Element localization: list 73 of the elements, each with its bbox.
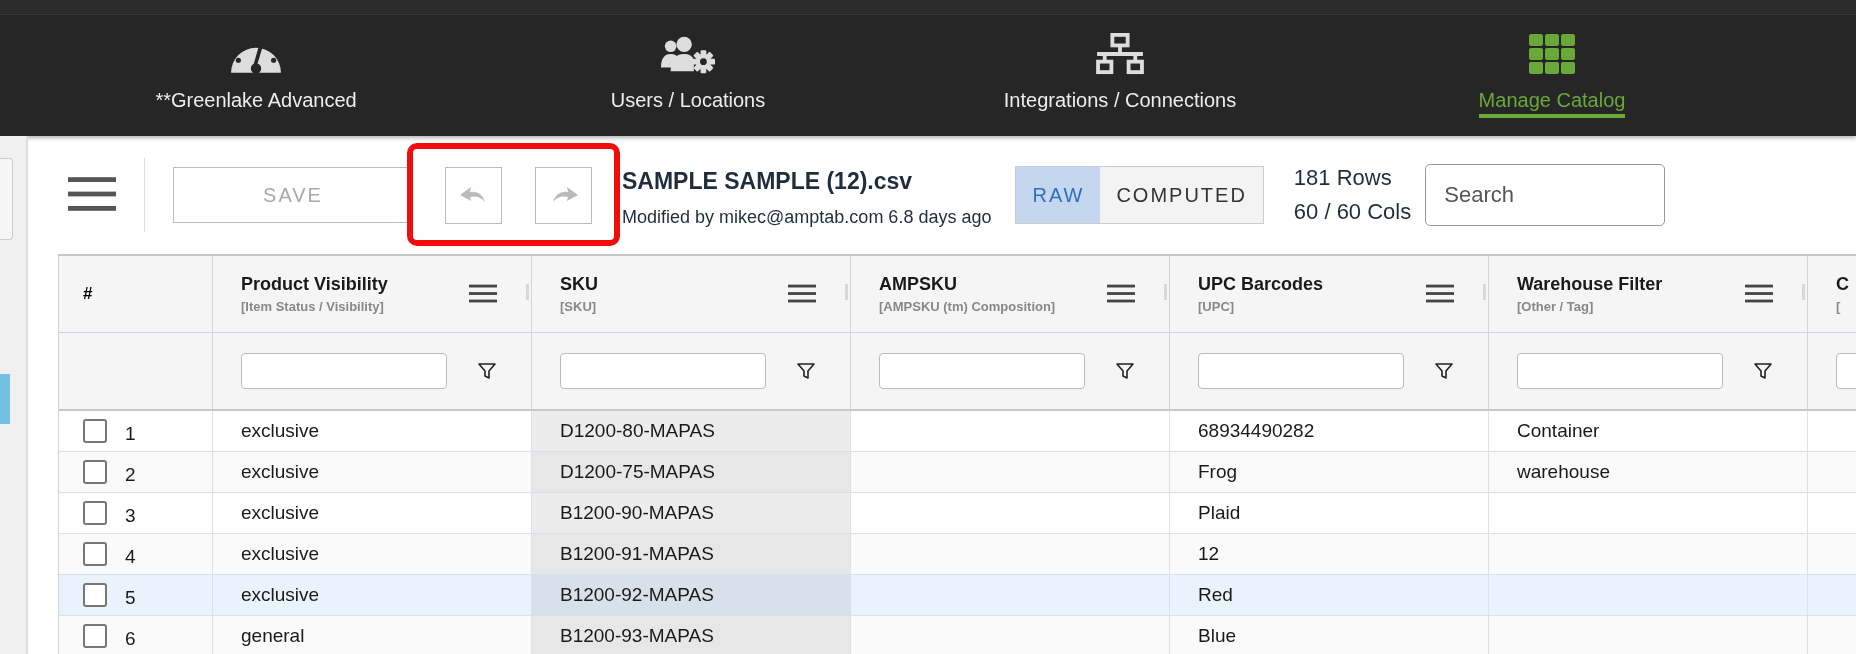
- nav-tab[interactable]: Manage Catalog: [1336, 15, 1768, 136]
- nav-tab[interactable]: **Greenlake Advanced: [40, 15, 472, 136]
- column-header: #: [83, 284, 93, 304]
- table-cell: 68934490282: [1198, 420, 1315, 442]
- table-cell: D1200-75-MAPAS: [560, 461, 715, 483]
- table-cell: exclusive: [241, 502, 320, 524]
- column-count: 60 / 60 Cols: [1293, 199, 1412, 225]
- filter-icon[interactable]: [477, 361, 497, 381]
- row-number: 3: [125, 504, 136, 527]
- filter-field[interactable]: [560, 353, 766, 389]
- row-number: 6: [125, 627, 136, 650]
- table-cell: B1200-92-MAPAS: [560, 584, 714, 606]
- row-number: 5: [125, 586, 136, 609]
- table-cell: exclusive: [241, 584, 320, 606]
- table-cell: exclusive: [241, 461, 320, 483]
- filter-field[interactable]: [1517, 353, 1723, 389]
- network-icon: [1093, 33, 1147, 75]
- table-cell: D1200-80-MAPAS: [560, 420, 715, 442]
- filter-icon[interactable]: [1753, 361, 1773, 381]
- table-cell: exclusive: [241, 420, 320, 442]
- column-header[interactable]: Product Visibility: [241, 274, 469, 295]
- column-source: [Item Status / Visibility]: [241, 299, 385, 314]
- menu-icon[interactable]: [1107, 284, 1135, 304]
- row-checkbox[interactable]: [83, 542, 107, 566]
- table-cell: Blue: [1198, 625, 1237, 647]
- table-cell: Plaid: [1198, 502, 1241, 524]
- side-marker: [0, 374, 10, 424]
- row-checkbox[interactable]: [83, 624, 107, 648]
- modified-text: Modified by mikec@amptab.com 6.8 days ago: [622, 207, 992, 228]
- table-cell: exclusive: [241, 543, 320, 565]
- column-source: [: [1836, 299, 1842, 314]
- table-cell: Red: [1198, 584, 1233, 606]
- filter-field[interactable]: [1198, 353, 1404, 389]
- menu-icon[interactable]: [469, 284, 497, 304]
- filter-icon[interactable]: [796, 361, 816, 381]
- column-source: [AMPSKU (tm) Composition]: [879, 299, 1057, 314]
- filter-icon[interactable]: [1434, 361, 1454, 381]
- table-cell: general: [241, 625, 305, 647]
- table-cell: Container: [1517, 420, 1600, 442]
- row-checkbox[interactable]: [83, 460, 107, 484]
- table-cell: 12: [1198, 543, 1220, 565]
- nav-tab[interactable]: Users / Locations: [472, 15, 904, 136]
- row-count: 181 Rows: [1293, 165, 1393, 191]
- filter-field[interactable]: [241, 353, 447, 389]
- column-source: [Other / Tag]: [1517, 299, 1595, 314]
- column-header[interactable]: Warehouse Filter: [1517, 274, 1745, 295]
- row-checkbox[interactable]: [83, 501, 107, 525]
- row-number: 2: [125, 463, 136, 486]
- column-header[interactable]: SKU: [560, 274, 788, 295]
- column-header[interactable]: C: [1836, 274, 1856, 295]
- table-cell: B1200-90-MAPAS: [560, 502, 714, 524]
- filter-field[interactable]: [879, 353, 1085, 389]
- table-cell: B1200-93-MAPAS: [560, 625, 714, 647]
- search-field[interactable]: Search: [1425, 164, 1666, 226]
- column-source: [UPC]: [1198, 299, 1236, 314]
- filter-icon[interactable]: [1115, 361, 1135, 381]
- menu-icon[interactable]: [788, 284, 816, 304]
- row-number: 4: [125, 545, 136, 568]
- file-title: SAMPLE SAMPLE (12).csv: [622, 168, 914, 195]
- column-source: [SKU]: [560, 299, 598, 314]
- view-toggle-option[interactable]: COMPUTED: [1100, 167, 1263, 223]
- menu-icon[interactable]: [1745, 284, 1773, 304]
- row-checkbox[interactable]: [83, 583, 107, 607]
- table-cell: warehouse: [1517, 461, 1610, 483]
- menu-icon: [68, 176, 116, 211]
- column-header[interactable]: AMPSKU: [879, 274, 1107, 295]
- column-header[interactable]: UPC Barcodes: [1198, 274, 1426, 295]
- table-cell: B1200-91-MAPAS: [560, 543, 714, 565]
- table-cell: Frog: [1198, 461, 1238, 483]
- row-number: 1: [125, 422, 136, 445]
- menu-icon[interactable]: [1426, 284, 1454, 304]
- row-checkbox[interactable]: [83, 419, 107, 443]
- nav-tab[interactable]: Integrations / Connections: [904, 15, 1336, 136]
